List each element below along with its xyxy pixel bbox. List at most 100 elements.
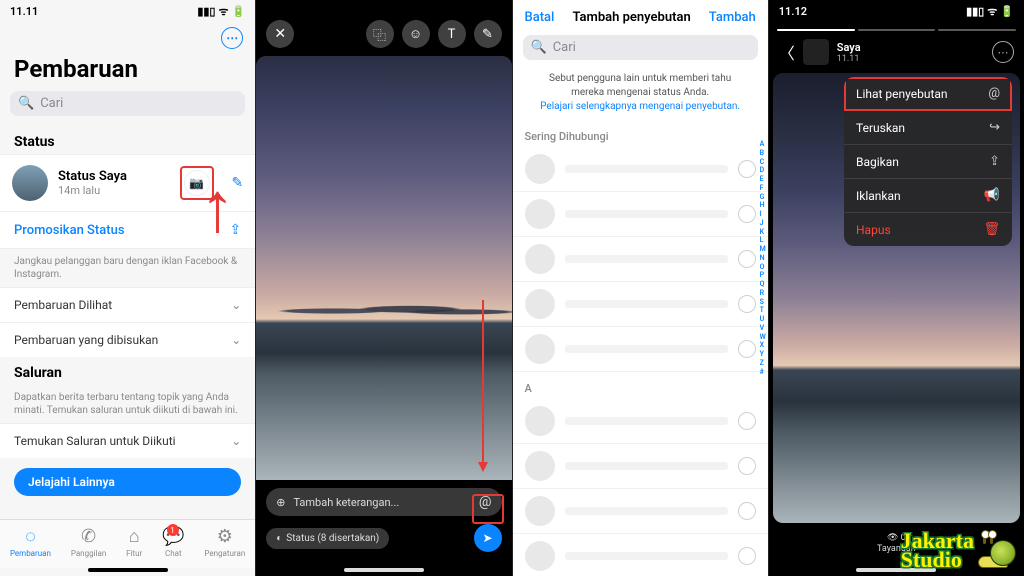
- status-image[interactable]: Lihat penyebutan@ Teruskan↪ Bagikan⇪ Ikl…: [773, 73, 1020, 523]
- text-button[interactable]: T: [438, 20, 466, 48]
- find-channels-row[interactable]: Temukan Saluran untuk Diikuti ⌄: [0, 423, 255, 458]
- tab-settings[interactable]: ⚙Pengaturan: [204, 526, 245, 558]
- tab-chat[interactable]: 💬1Chat: [162, 526, 184, 558]
- promote-desc: Jangkau pelanggan baru dengan iklan Face…: [0, 249, 255, 287]
- explore-button[interactable]: Jelajahi Lainnya: [14, 468, 241, 496]
- compose-button[interactable]: ✎: [232, 175, 244, 191]
- contact-row[interactable]: [513, 282, 768, 327]
- menu-forward[interactable]: Teruskan↪: [844, 111, 1012, 145]
- alpha-#[interactable]: #: [760, 368, 766, 377]
- search-input[interactable]: 🔍 Cari: [523, 35, 758, 60]
- back-button[interactable]: 〈: [779, 40, 795, 64]
- forward-icon: ↪: [989, 120, 1000, 135]
- alpha-A[interactable]: A: [760, 140, 766, 149]
- contact-row[interactable]: [513, 534, 768, 576]
- checkbox[interactable]: [738, 547, 756, 565]
- checkbox[interactable]: [738, 295, 756, 313]
- viewed-updates-row[interactable]: Pembaruan Dilihat ⌄: [0, 287, 255, 322]
- alpha-Y[interactable]: Y: [760, 350, 766, 359]
- alpha-X[interactable]: X: [760, 341, 766, 350]
- alpha-N[interactable]: N: [760, 254, 766, 263]
- wifi-icon: ᯤ: [987, 4, 997, 19]
- alpha-G[interactable]: G: [760, 193, 766, 202]
- checkbox[interactable]: [738, 412, 756, 430]
- contact-row[interactable]: [513, 489, 768, 534]
- alpha-index[interactable]: ABCDEFGHIJKLMNOPQRSTUVWXYZ#: [760, 140, 766, 376]
- menu-advertise[interactable]: Iklankan📢: [844, 179, 1012, 213]
- checkbox[interactable]: [738, 160, 756, 178]
- status-image-preview[interactable]: [256, 56, 511, 480]
- alpha-E[interactable]: E: [760, 175, 766, 184]
- contact-row[interactable]: [513, 444, 768, 489]
- contact-row[interactable]: [513, 147, 768, 192]
- alpha-I[interactable]: I: [760, 210, 766, 219]
- tab-updates[interactable]: ◌Pembaruan: [10, 526, 51, 558]
- share-icon[interactable]: ⇪: [230, 222, 242, 238]
- context-menu: Lihat penyebutan@ Teruskan↪ Bagikan⇪ Ikl…: [844, 77, 1012, 246]
- avatar: [525, 244, 555, 274]
- checkbox[interactable]: [738, 340, 756, 358]
- alpha-L[interactable]: L: [760, 236, 766, 245]
- menu-share[interactable]: Bagikan⇪: [844, 145, 1012, 179]
- send-button[interactable]: ➤: [474, 524, 502, 552]
- contact-row[interactable]: [513, 192, 768, 237]
- tab-bar: ◌Pembaruan ✆Panggilan ⌂Fitur 💬1Chat ⚙Pen…: [0, 519, 255, 568]
- alpha-O[interactable]: O: [760, 263, 766, 272]
- alpha-M[interactable]: M: [760, 245, 766, 254]
- privacy-chip[interactable]: ◐ Status (8 disertakan): [266, 528, 389, 549]
- alpha-R[interactable]: R: [760, 289, 766, 298]
- alpha-B[interactable]: B: [760, 149, 766, 158]
- caption-input[interactable]: ⊕ Tambah keterangan... @: [266, 488, 501, 516]
- camera-icon: 📷: [189, 176, 204, 190]
- alpha-U[interactable]: U: [760, 315, 766, 324]
- learn-more-link[interactable]: Pelajari selengkapnya mengenai penyebuta…: [540, 101, 740, 112]
- more-menu-button[interactable]: ⋯: [221, 27, 243, 49]
- muted-updates-row[interactable]: Pembaruan yang dibisukan ⌄: [0, 322, 255, 357]
- alpha-T[interactable]: T: [760, 306, 766, 315]
- tab-calls[interactable]: ✆Panggilan: [71, 526, 106, 558]
- contact-row[interactable]: [513, 399, 768, 444]
- alpha-P[interactable]: P: [760, 271, 766, 280]
- menu-view-mentions[interactable]: Lihat penyebutan@: [844, 77, 1012, 111]
- alpha-K[interactable]: K: [760, 228, 766, 237]
- promote-status-row[interactable]: Promosikan Status ⇪: [0, 212, 255, 249]
- avatar: [525, 496, 555, 526]
- checkbox[interactable]: [738, 502, 756, 520]
- home-indicator: [344, 568, 424, 572]
- draw-button[interactable]: ✎: [474, 20, 502, 48]
- more-menu-button[interactable]: ⋯: [992, 41, 1014, 63]
- checkbox[interactable]: [738, 457, 756, 475]
- close-button[interactable]: ✕: [266, 20, 294, 48]
- alpha-H[interactable]: H: [760, 201, 766, 210]
- checkbox[interactable]: [738, 250, 756, 268]
- views-button[interactable]: 👁 0 Tayangan: [877, 533, 916, 554]
- alpha-Q[interactable]: Q: [760, 280, 766, 289]
- highlight-camera: 📷: [180, 166, 214, 200]
- alpha-V[interactable]: V: [760, 324, 766, 333]
- my-status-row[interactable]: Status Saya 14m lalu 📷 ✎: [0, 154, 255, 212]
- cancel-button[interactable]: Batal: [525, 10, 555, 25]
- battery-icon: 🔋: [232, 5, 246, 18]
- alpha-C[interactable]: C: [760, 158, 766, 167]
- search-placeholder: Cari: [40, 96, 63, 111]
- contact-row[interactable]: [513, 327, 768, 372]
- tab-tools[interactable]: ⌂Fitur: [126, 526, 142, 558]
- alpha-J[interactable]: J: [760, 219, 766, 228]
- sticker-icon: ☺: [409, 26, 422, 42]
- find-channels-label: Temukan Saluran untuk Diikuti: [14, 434, 176, 448]
- alpha-Z[interactable]: Z: [760, 359, 766, 368]
- sticker-button[interactable]: ☺: [402, 20, 430, 48]
- add-button[interactable]: Tambah: [709, 10, 756, 25]
- alpha-F[interactable]: F: [760, 184, 766, 193]
- menu-delete[interactable]: Hapus🗑: [844, 213, 1012, 246]
- alpha-D[interactable]: D: [760, 166, 766, 175]
- search-input[interactable]: 🔍 Cari: [10, 91, 245, 116]
- status-bar: 11.11 ▮▮▯ ᯤ 🔋: [0, 0, 255, 23]
- crop-button[interactable]: ⿻: [366, 20, 394, 48]
- alpha-W[interactable]: W: [760, 333, 766, 342]
- alpha-S[interactable]: S: [760, 298, 766, 307]
- contact-row[interactable]: [513, 237, 768, 282]
- camera-button[interactable]: 📷: [184, 170, 210, 196]
- mention-picker-screen: Batal Tambah penyebutan Tambah 🔍 Cari Se…: [513, 0, 769, 576]
- checkbox[interactable]: [738, 205, 756, 223]
